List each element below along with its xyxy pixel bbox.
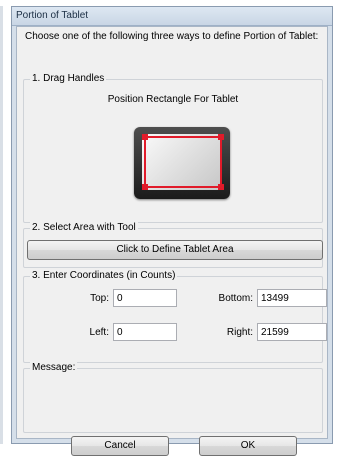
enter-coordinates-label: 3. Enter Coordinates (in Counts)	[30, 270, 178, 281]
top-label: Top:	[90, 293, 109, 304]
tablet-image	[134, 127, 230, 199]
message-label: Message:	[30, 362, 78, 373]
cancel-button[interactable]: Cancel	[71, 436, 169, 456]
bottom-field[interactable]	[257, 289, 327, 307]
top-right-handle[interactable]	[218, 134, 224, 140]
bottom-right-handle[interactable]	[218, 184, 224, 190]
title-bar[interactable]: Portion of Tablet	[12, 7, 332, 26]
instruction-text: Choose one of the following three ways t…	[25, 31, 319, 42]
left-label: Left:	[89, 327, 109, 338]
drag-handles-group: 1. Drag Handles Position Rectangle For T…	[23, 73, 323, 223]
tablet-area-rectangle[interactable]	[142, 134, 224, 190]
right-label: Right:	[226, 327, 253, 338]
top-left-handle[interactable]	[142, 134, 148, 140]
message-group: Message:	[23, 362, 323, 433]
define-tablet-area-button[interactable]: Click to Define Tablet Area	[27, 240, 323, 260]
bottom-label: Bottom:	[218, 293, 253, 304]
left-field[interactable]	[113, 323, 177, 341]
dialog-client-area: Choose one of the following three ways t…	[16, 26, 328, 456]
right-field[interactable]	[257, 323, 327, 341]
background-edge	[0, 6, 3, 444]
portion-of-tablet-dialog: Portion of Tablet Choose one of the foll…	[11, 6, 333, 456]
dialog-title: Portion of Tablet	[16, 10, 89, 21]
ok-button[interactable]: OK	[199, 436, 297, 456]
position-rectangle-caption: Position Rectangle For Tablet	[107, 94, 239, 105]
bottom-left-handle[interactable]	[142, 184, 148, 190]
top-field[interactable]	[113, 289, 177, 307]
tablet-surface	[142, 134, 224, 190]
select-area-label: 2. Select Area with Tool	[30, 222, 138, 233]
drag-handles-label: 1. Drag Handles	[30, 73, 107, 84]
